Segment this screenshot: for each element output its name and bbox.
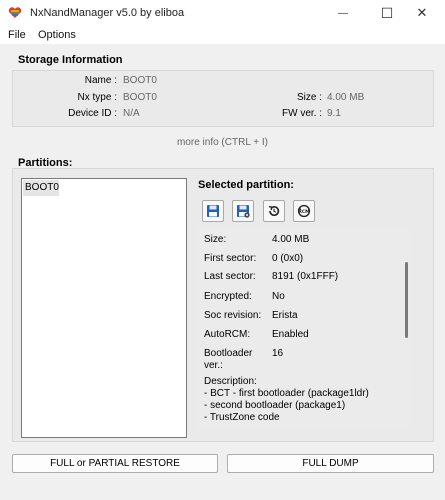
storage-device-value: N/A — [123, 108, 140, 119]
autorcm-button[interactable]: RCM — [293, 200, 315, 222]
storage-device-label: Device ID : — [68, 108, 117, 119]
partition-item-boot0[interactable]: BOOT0 — [23, 180, 59, 196]
storage-name-value: BOOT0 — [123, 75, 157, 86]
close-button[interactable]: ✕ — [399, 0, 445, 26]
minimize-icon: — — [338, 7, 348, 19]
storage-fw-label: FW ver. : — [282, 108, 322, 119]
full-partial-restore-button[interactable]: FULL or PARTIAL RESTORE — [12, 454, 218, 473]
menu-file[interactable]: File — [8, 29, 26, 41]
more-info-link[interactable]: more info (CTRL + I) — [0, 137, 445, 148]
restore-button[interactable] — [263, 200, 285, 222]
description-line: - TrustZone code — [204, 412, 280, 423]
storage-type-value: BOOT0 — [123, 92, 157, 103]
partition-list[interactable] — [21, 178, 187, 438]
size-label: Size: — [204, 234, 227, 245]
window-title: NxNandManager v5.0 by eliboa — [30, 7, 185, 19]
full-dump-button[interactable]: FULL DUMP — [227, 454, 434, 473]
size-value: 4.00 MB — [272, 234, 310, 245]
rcm-icon: RCM — [297, 204, 311, 218]
encrypted-label: Encrypted: — [204, 291, 252, 302]
bootloader-label-line1: Bootloader — [204, 348, 253, 359]
menu-options[interactable]: Options — [38, 29, 76, 41]
bootloader-value: 16 — [272, 348, 284, 359]
description-block: Description: - BCT - first bootloader (p… — [204, 376, 369, 424]
storage-name-label: Name : — [84, 75, 117, 86]
last-sector-value: 8191 (0x1FFF) — [272, 271, 339, 282]
description-line: - BCT - first bootloader (package1ldr) — [204, 388, 369, 399]
advanced-dump-button[interactable] — [232, 200, 254, 222]
first-sector-label: First sector: — [204, 253, 257, 264]
storage-info-title: Storage Information — [18, 54, 123, 66]
soc-revision-value: Erista — [272, 310, 298, 321]
info-scrollbar[interactable] — [405, 262, 408, 338]
storage-size-value: 4.00 MB — [327, 92, 365, 103]
autorcm-label: AutoRCM: — [204, 329, 251, 340]
encrypted-value: No — [272, 291, 285, 302]
heart-app-icon — [8, 7, 22, 18]
close-icon: ✕ — [416, 5, 428, 20]
autorcm-value: Enabled — [272, 329, 309, 340]
minimize-button[interactable]: — — [320, 0, 366, 26]
save-floppy-settings-icon — [237, 205, 250, 218]
storage-type-label: Nx type : — [77, 92, 117, 103]
bootloader-label-line2: ver.: — [204, 360, 223, 371]
storage-fw-value: 9.1 — [327, 108, 341, 119]
description-line: - second bootloader (package1) — [204, 400, 346, 411]
description-label: Description: — [204, 376, 257, 387]
soc-revision-label: Soc revision: — [204, 310, 262, 321]
selected-partition-title: Selected partition: — [198, 179, 294, 191]
storage-size-label: Size : — [296, 92, 322, 103]
dump-button[interactable] — [202, 200, 224, 222]
restore-icon — [268, 205, 280, 217]
last-sector-label: Last sector: — [204, 271, 256, 282]
maximize-icon: ☐ — [380, 4, 394, 21]
save-floppy-icon — [207, 205, 219, 217]
svg-text:RCM: RCM — [299, 209, 310, 215]
first-sector-value: 0 (0x0) — [272, 253, 304, 264]
